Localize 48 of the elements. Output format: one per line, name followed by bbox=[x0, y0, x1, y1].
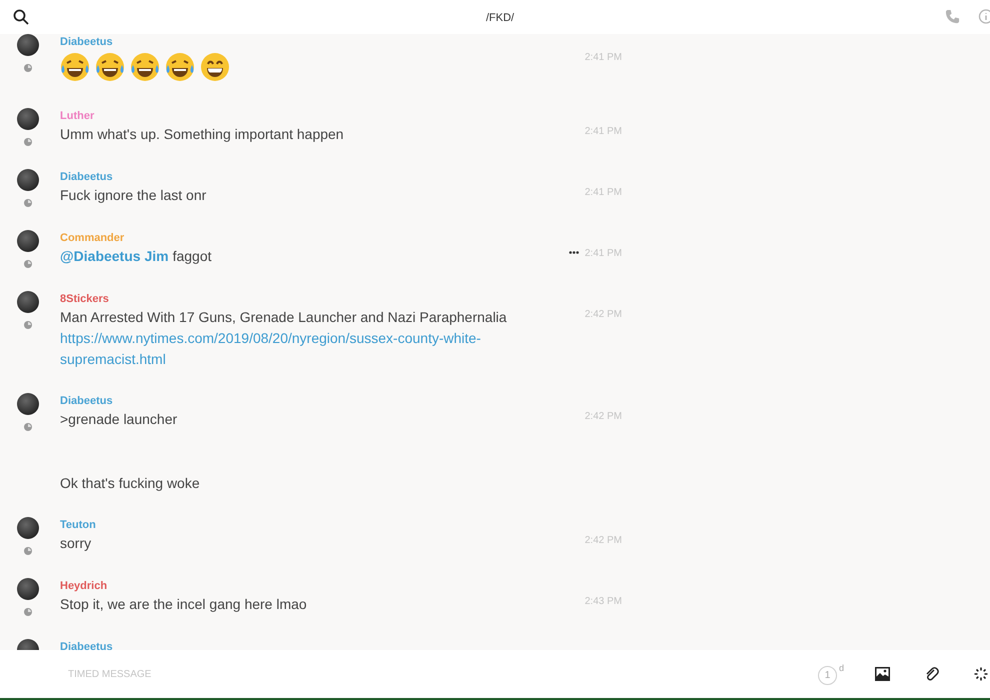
mention-link[interactable]: @Diabeetus Jim bbox=[60, 246, 169, 267]
sparkle-icon[interactable] bbox=[974, 667, 988, 681]
link[interactable]: https://www.nytimes.com/2019/08/20/nyregion/sussex-county-white- bbox=[60, 328, 481, 349]
link[interactable]: supremacist.html bbox=[60, 349, 166, 370]
laughing-face-icon bbox=[95, 52, 125, 82]
author-name: Diabeetus bbox=[60, 394, 114, 409]
author-name: Heydrich bbox=[60, 579, 108, 594]
message-text: faggot bbox=[172, 247, 212, 266]
author-name: Diabeetus bbox=[60, 640, 114, 650]
message-text: Fuck ignore the last onr bbox=[60, 186, 206, 205]
laughing-face-icon bbox=[130, 52, 160, 82]
clock-icon bbox=[24, 608, 32, 616]
author-name: Diabeetus bbox=[60, 170, 114, 185]
search-icon[interactable] bbox=[13, 9, 29, 25]
avatar bbox=[17, 230, 39, 252]
author-name: Commander bbox=[60, 231, 126, 246]
clock-icon bbox=[24, 547, 32, 555]
clock-icon bbox=[24, 423, 32, 431]
clock-icon bbox=[24, 199, 32, 207]
grinning-face-icon bbox=[200, 52, 230, 82]
author-name: 8Stickers bbox=[60, 292, 110, 307]
image-icon[interactable] bbox=[875, 667, 890, 681]
message-text: >grenade launcher bbox=[60, 410, 178, 429]
avatar bbox=[17, 393, 39, 415]
paperclip-icon[interactable] bbox=[925, 666, 939, 682]
channel-title: /FKD/ bbox=[486, 11, 514, 26]
laughing-face-icon bbox=[165, 52, 195, 82]
author-name: Teuton bbox=[60, 518, 97, 533]
avatar bbox=[17, 291, 39, 313]
avatar bbox=[17, 578, 39, 600]
message-text: Ok that's fucking woke bbox=[60, 474, 200, 493]
clock-icon bbox=[24, 138, 32, 146]
author-name: Diabeetus bbox=[60, 35, 114, 50]
clock-icon bbox=[24, 321, 32, 329]
avatar bbox=[17, 34, 39, 56]
message-text: Stop it, we are the incel gang here lmao bbox=[60, 595, 307, 614]
message-text: sorry bbox=[60, 534, 92, 553]
laughing-face-icon bbox=[60, 52, 90, 82]
clock-icon bbox=[24, 64, 32, 72]
author-name: Luther bbox=[60, 109, 96, 124]
message-text: Umm what's up. Something important happen bbox=[60, 125, 344, 144]
avatar bbox=[17, 108, 39, 130]
message-text: Man Arrested With 17 Guns, Grenade Launcher and Nazi Paraphernalia bbox=[60, 308, 507, 327]
avatar bbox=[17, 169, 39, 191]
more-icon[interactable] bbox=[569, 251, 579, 254]
clock-icon bbox=[24, 260, 32, 268]
avatar bbox=[17, 517, 39, 539]
message-input[interactable]: TIMED MESSAGE bbox=[0, 650, 818, 698]
